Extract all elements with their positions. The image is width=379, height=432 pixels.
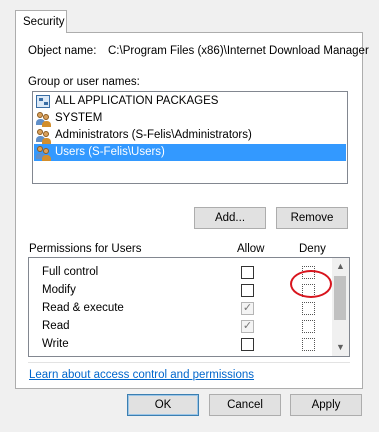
permission-name: Write	[42, 338, 69, 350]
allow-header: Allow	[237, 243, 265, 255]
permission-row-read: Read ✓	[29, 318, 334, 336]
allow-full-control-checkbox[interactable]	[241, 266, 254, 279]
list-item-all-application-packages[interactable]: ALL APPLICATION PACKAGES	[34, 93, 346, 110]
scroll-thumb[interactable]	[334, 276, 346, 320]
permission-row-write: Write	[29, 336, 334, 354]
users-icon	[36, 145, 52, 161]
list-item-label: Users (S-Felis\Users)	[55, 146, 165, 158]
allow-read-execute-checkbox[interactable]: ✓	[241, 302, 254, 315]
add-button[interactable]: Add...	[194, 207, 266, 229]
list-item-label: Administrators (S-Felis\Administrators)	[55, 129, 252, 141]
package-icon	[36, 94, 52, 109]
scroll-up-icon[interactable]: ▲	[332, 258, 349, 275]
list-item-users[interactable]: Users (S-Felis\Users)	[34, 144, 346, 161]
group-names-label: Group or user names:	[28, 76, 140, 88]
allow-read-checkbox[interactable]: ✓	[241, 320, 254, 333]
users-icon	[36, 111, 52, 127]
list-item-system[interactable]: SYSTEM	[34, 110, 346, 127]
tab-security[interactable]: Security	[15, 10, 67, 33]
permission-row-modify: Modify	[29, 282, 334, 300]
object-name-label: Object name:	[28, 45, 97, 57]
ok-button[interactable]: OK	[127, 394, 199, 416]
deny-read-execute-checkbox[interactable]	[302, 302, 315, 315]
properties-dialog: Security Object name: C:\Program Files (…	[0, 0, 379, 432]
remove-button[interactable]: Remove	[276, 207, 348, 229]
object-name-value: C:\Program Files (x86)\Internet Download…	[108, 45, 369, 57]
deny-write-checkbox[interactable]	[302, 338, 315, 351]
divider	[28, 362, 350, 363]
deny-read-checkbox[interactable]	[302, 320, 315, 333]
permissions-scrollbar[interactable]: ▲ ▼	[332, 258, 349, 356]
allow-write-checkbox[interactable]	[241, 338, 254, 351]
list-item-label: ALL APPLICATION PACKAGES	[55, 95, 219, 107]
highlight-circle	[290, 270, 332, 298]
apply-button[interactable]: Apply	[290, 394, 362, 416]
permission-name: Read	[42, 320, 70, 332]
permission-row-full-control: Full control	[29, 264, 334, 282]
permission-name: Full control	[42, 266, 99, 278]
cancel-button[interactable]: Cancel	[209, 394, 281, 416]
security-panel: Object name: C:\Program Files (x86)\Inte…	[15, 32, 369, 389]
learn-more-link[interactable]: Learn about access control and permissio…	[29, 369, 254, 381]
list-item-label: SYSTEM	[55, 112, 103, 124]
group-user-list[interactable]: ALL APPLICATION PACKAGES SYSTEM Administ…	[32, 91, 348, 184]
permission-name: Modify	[42, 284, 76, 296]
scroll-down-icon[interactable]: ▼	[332, 339, 349, 356]
permission-name: Read & execute	[42, 302, 124, 314]
deny-header: Deny	[299, 243, 326, 255]
allow-modify-checkbox[interactable]	[241, 284, 254, 297]
users-icon	[36, 128, 52, 144]
permissions-label: Permissions for Users	[29, 243, 142, 255]
permission-row-read-execute: Read & execute ✓	[29, 300, 334, 318]
list-item-administrators[interactable]: Administrators (S-Felis\Administrators)	[34, 127, 346, 144]
